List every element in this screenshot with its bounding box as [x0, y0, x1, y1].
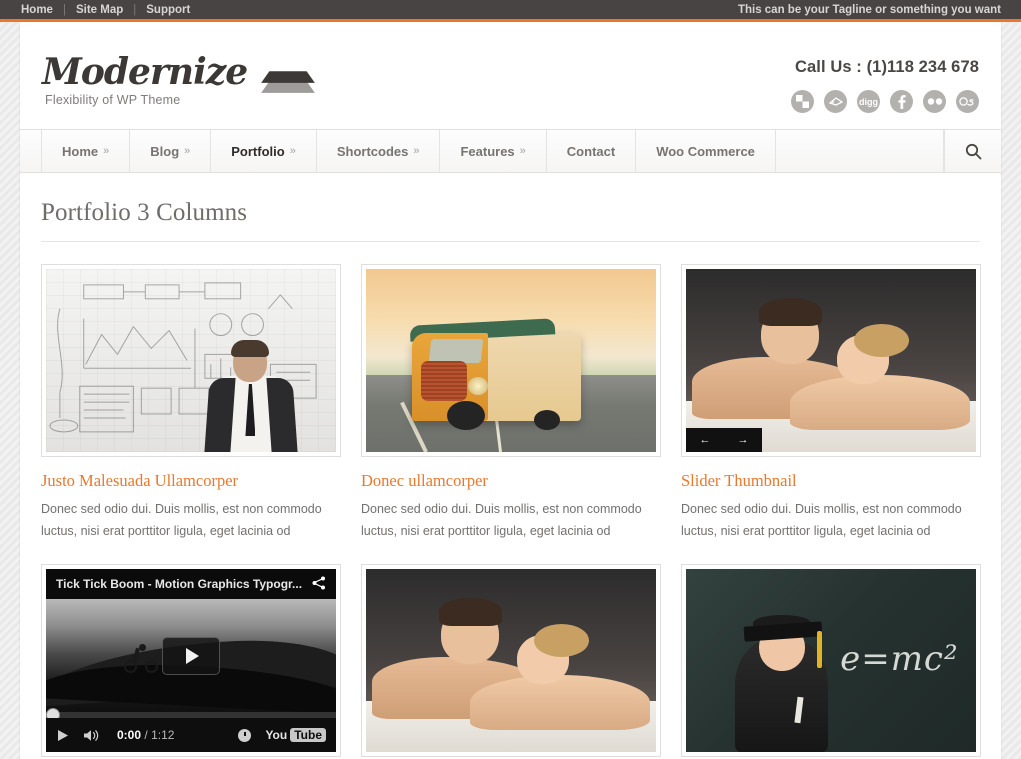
portfolio-thumbnail-slider[interactable]: ← →	[681, 264, 981, 457]
nav-item-portfolio[interactable]: Portfolio »	[211, 130, 317, 172]
video-total-time: 1:12	[151, 728, 175, 742]
deviantart-icon[interactable]	[824, 90, 847, 113]
digg-icon[interactable]: digg	[857, 90, 880, 113]
play-icon	[186, 648, 199, 665]
nav-caret-icon: »	[413, 145, 420, 157]
nav-item-contact[interactable]: Contact	[547, 130, 637, 172]
nav-item-woo-commerce[interactable]: Woo Commerce	[636, 130, 776, 172]
portfolio-item-title[interactable]: Donec ullamcorper	[361, 471, 661, 491]
slider-next-arrow-icon[interactable]: →	[738, 434, 749, 446]
portfolio-thumbnail[interactable]	[361, 564, 661, 757]
whiteboard-sketch-photo	[46, 269, 336, 452]
lastfm-icon[interactable]	[956, 90, 979, 113]
main-navigation: Home » Blog » Portfolio » Shortcodes » F…	[20, 129, 1001, 173]
video-title: Tick Tick Boom - Motion Graphics Typogr.…	[56, 577, 303, 591]
logo-text: Modernize Flexibility of WP Theme	[42, 51, 248, 107]
youtube-logo[interactable]: You Tube	[265, 728, 326, 742]
portfolio-thumbnail[interactable]	[41, 264, 341, 457]
nav-spacer	[776, 130, 944, 172]
portfolio-item-title[interactable]: Slider Thumbnail	[681, 471, 981, 491]
top-link-home[interactable]: Home	[20, 4, 54, 16]
spa-couple-photo-2	[366, 569, 656, 752]
nav-caret-icon: »	[289, 145, 296, 157]
header-right: Call Us : (1)118 234 678 digg	[791, 54, 979, 113]
nav-caret-icon: »	[519, 145, 526, 157]
portfolio-item-description: Donec sed odio dui. Duis mollis, est non…	[41, 502, 322, 538]
flickr-icon[interactable]	[923, 90, 946, 113]
businessman-figure	[204, 340, 298, 452]
clock-icon[interactable]	[238, 728, 252, 742]
layers-diamond-icon	[261, 62, 315, 96]
portfolio-item-title[interactable]: Justo Malesuada Ullamcorper	[41, 471, 341, 491]
youtube-brand-tube: Tube	[290, 728, 326, 742]
nav-caret-icon: »	[103, 145, 110, 157]
nav-label: Home	[62, 143, 99, 159]
nav-item-home[interactable]: Home »	[41, 130, 131, 172]
volume-icon[interactable]	[83, 729, 101, 742]
video-controls-right: You Tube	[238, 728, 326, 742]
search-icon[interactable]	[944, 130, 1001, 172]
nav-item-features[interactable]: Features »	[440, 130, 547, 172]
logo[interactable]: Modernize Flexibility of WP Theme	[42, 51, 315, 107]
top-bar-tagline: This can be your Tagline or something yo…	[737, 3, 1001, 16]
main-content: Portfolio 3 Columns Justo Malesuada Ulla…	[20, 173, 1001, 757]
portfolio-item	[361, 564, 661, 757]
nav-label: Woo Commerce	[656, 143, 755, 159]
graduate-boy-chalkboard-photo: e=mc²	[686, 569, 976, 752]
chalkboard-equation: e=mc²	[840, 638, 959, 679]
nav-item-shortcodes[interactable]: Shortcodes »	[317, 130, 441, 172]
facebook-icon[interactable]	[890, 90, 913, 113]
video-stage	[46, 599, 336, 718]
portfolio-grid-row-1: Justo Malesuada Ullamcorper Donec sed od…	[41, 264, 981, 542]
video-time: 0:00 / 1:12	[117, 728, 174, 742]
play-button[interactable]	[162, 637, 220, 676]
vintage-bus-road-photo	[366, 269, 656, 452]
slider-navigation: ← →	[686, 428, 762, 452]
portfolio-thumbnail[interactable]: e=mc²	[681, 564, 981, 757]
nav-menu: Home » Blog » Portfolio » Shortcodes » F…	[20, 130, 944, 172]
top-bar: Home | Site Map | Support This can be yo…	[0, 0, 1021, 22]
bicycle-figure	[124, 643, 159, 673]
portfolio-grid-row-2: Tick Tick Boom - Motion Graphics Typogr.…	[41, 564, 981, 757]
portfolio-thumbnail[interactable]	[361, 264, 661, 457]
share-icon[interactable]	[312, 576, 326, 593]
top-bar-links: Home | Site Map | Support	[20, 4, 191, 16]
video-title-bar: Tick Tick Boom - Motion Graphics Typogr.…	[46, 569, 336, 599]
nav-label: Features	[460, 143, 515, 159]
top-link-support[interactable]: Support	[145, 4, 191, 16]
portfolio-item: e=mc²	[681, 564, 981, 757]
spa-couple-photo	[686, 269, 976, 452]
nav-item-blog[interactable]: Blog »	[130, 130, 212, 172]
nav-label: Contact	[566, 143, 616, 159]
nav-label: Blog	[150, 143, 180, 159]
logo-name: Modernize	[42, 51, 248, 93]
youtube-brand-you: You	[265, 728, 288, 742]
video-controls: 0:00 / 1:12 You Tube	[46, 718, 336, 752]
portfolio-item: Tick Tick Boom - Motion Graphics Typogr.…	[41, 564, 341, 757]
play-icon[interactable]	[56, 729, 69, 742]
page-title: Portfolio 3 Columns	[41, 173, 980, 242]
top-link-separator: |	[133, 3, 137, 16]
portfolio-item: Justo Malesuada Ullamcorper Donec sed od…	[41, 264, 341, 542]
page-wrapper: Modernize Flexibility of WP Theme Call U…	[20, 22, 1001, 759]
youtube-video-player: Tick Tick Boom - Motion Graphics Typogr.…	[46, 569, 336, 752]
social-links: digg	[791, 90, 979, 113]
nav-caret-icon: »	[184, 145, 191, 157]
portfolio-item-description: Donec sed odio dui. Duis mollis, est non…	[681, 502, 962, 538]
call-us-text: Call Us : (1)118 234 678	[794, 58, 979, 76]
logo-tagline: Flexibility of WP Theme	[45, 93, 181, 107]
top-link-site-map[interactable]: Site Map	[75, 4, 124, 16]
portfolio-item-description: Donec sed odio dui. Duis mollis, est non…	[361, 502, 642, 538]
portfolio-item: Donec ullamcorper Donec sed odio dui. Du…	[361, 264, 661, 542]
nav-label: Shortcodes	[336, 143, 409, 159]
video-time-separator: /	[144, 728, 148, 742]
delicious-icon[interactable]	[791, 90, 814, 113]
nav-label: Portfolio	[231, 143, 285, 159]
portfolio-thumbnail-video[interactable]: Tick Tick Boom - Motion Graphics Typogr.…	[41, 564, 341, 757]
top-link-separator: |	[62, 3, 66, 16]
video-current-time: 0:00	[117, 728, 142, 742]
site-header: Modernize Flexibility of WP Theme Call U…	[20, 22, 1001, 129]
portfolio-item: ← → Slider Thumbnail Donec sed odio dui.…	[681, 264, 981, 542]
slider-prev-arrow-icon[interactable]: ←	[700, 434, 711, 446]
